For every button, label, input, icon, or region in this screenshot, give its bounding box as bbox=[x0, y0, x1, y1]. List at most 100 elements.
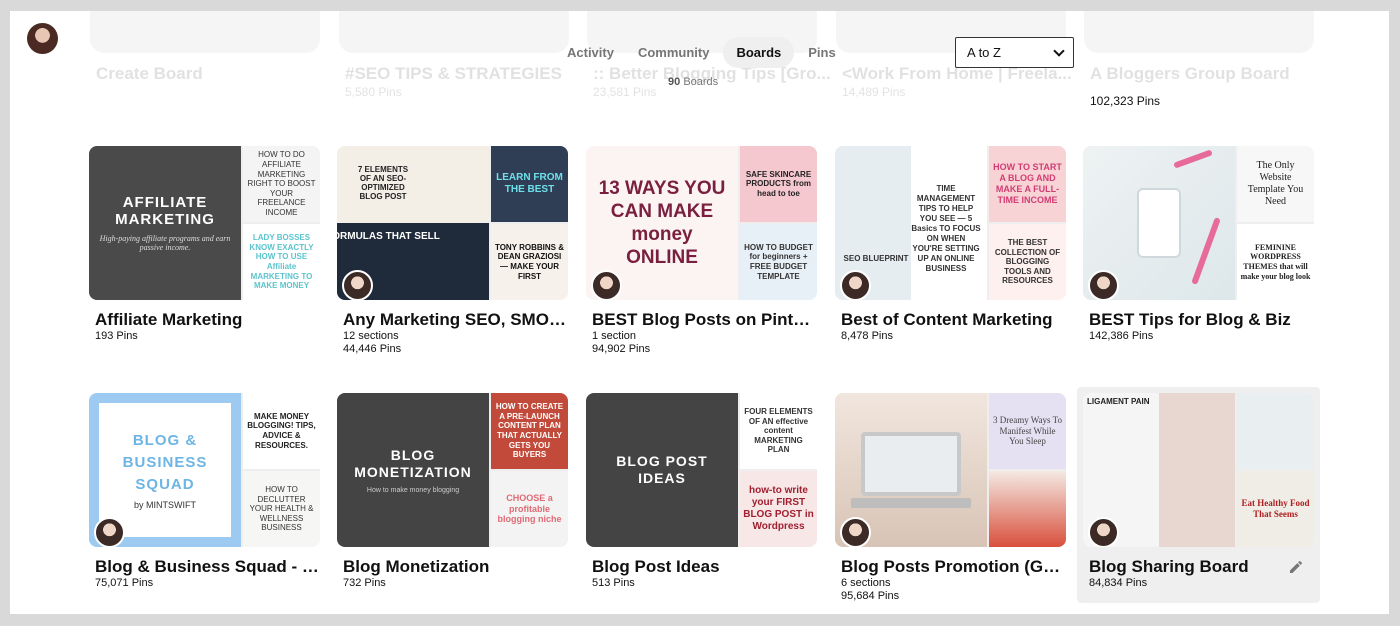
board-card[interactable]: BLOG MONETIZATION How to make money blog… bbox=[337, 393, 568, 590]
cover-heading: AFFILIATE MARKETING bbox=[115, 194, 215, 228]
board-owner-avatar bbox=[591, 270, 622, 300]
pencil-icon[interactable] bbox=[1288, 559, 1304, 575]
cover-heading: BLOG POST IDEAS bbox=[616, 453, 708, 486]
board-pin-count: 732 Pins bbox=[343, 577, 386, 589]
board-cover[interactable]: BLOG & BUSINESS SQUAD by MINTSWIFT MAKE … bbox=[89, 393, 320, 547]
board-owner-avatar bbox=[1088, 270, 1119, 300]
cover-side-image: CHOOSE a profitable blogging niche bbox=[491, 471, 568, 547]
board-cover[interactable]: LIGAMENT PAIN Eat Healthy Food That Seem… bbox=[1083, 393, 1314, 547]
tab-activity[interactable]: Activity bbox=[557, 37, 624, 68]
board-title[interactable]: Blog Post Ideas bbox=[586, 557, 817, 577]
cover-heading: LIGAMENT PAIN bbox=[1087, 397, 1150, 406]
cover-side-image: FOUR ELEMENTS OF AN effective content MA… bbox=[740, 393, 817, 469]
cover-side-image bbox=[1237, 393, 1314, 469]
ghost-title: A Bloggers Group Board bbox=[1090, 64, 1290, 83]
board-title[interactable]: Affiliate Marketing bbox=[89, 310, 320, 330]
cover-side-image: HOW TO BUDGET for beginners + FREE BUDGE… bbox=[740, 224, 817, 300]
board-pin-count: 44,446 Pins bbox=[343, 343, 402, 355]
board-title[interactable]: Best of Content Marketing bbox=[835, 310, 1066, 330]
board-cover[interactable]: The Only Website Template You Need FEMIN… bbox=[1083, 146, 1314, 300]
cover-side-image: HOW TO CREATE A PRE-LAUNCH CONTENT PLAN … bbox=[491, 393, 568, 469]
cover-side-image bbox=[989, 471, 1066, 547]
ghost-sub: 5,580 Pins bbox=[345, 85, 402, 99]
ghost-title: #SEO TIPS & STRATEGIES bbox=[345, 64, 562, 83]
board-cover[interactable]: 7 ELEMENTS OF AN SEO-OPTIMIZED BLOG POST… bbox=[337, 146, 568, 300]
cover-subheading: How to make money blogging bbox=[366, 486, 460, 494]
pen-image bbox=[1191, 217, 1221, 285]
cover-side-image: SAFE SKINCARE PRODUCTS from head to toe bbox=[740, 146, 817, 222]
board-pin-count: 142,386 Pins bbox=[1089, 330, 1154, 342]
board-title[interactable]: BEST Blog Posts on Pinterest bbox=[586, 310, 817, 330]
cover-subheading: FORMULAS THAT SELL bbox=[337, 230, 440, 242]
tablet-image bbox=[1137, 188, 1181, 258]
board-card[interactable]: AFFILIATE MARKETING High-paying affiliat… bbox=[89, 146, 320, 343]
cover-side-image: how-to write your FIRST BLOG POST in Wor… bbox=[740, 471, 817, 547]
cover-card: BLOG & BUSINESS SQUAD by MINTSWIFT bbox=[99, 403, 231, 537]
board-pin-count: 94,902 Pins bbox=[592, 343, 651, 355]
tab-pins[interactable]: Pins bbox=[798, 37, 845, 68]
cover-subheading: SEO BLUEPRINT bbox=[843, 253, 909, 263]
board-owner-avatar bbox=[840, 517, 871, 547]
board-card[interactable]: LIGAMENT PAIN Eat Healthy Food That Seem… bbox=[1077, 387, 1320, 603]
pen-image bbox=[1173, 149, 1213, 169]
board-card[interactable]: The Only Website Template You Need FEMIN… bbox=[1083, 146, 1314, 343]
cover-main-image: BLOG POST IDEAS bbox=[586, 393, 738, 547]
board-cover[interactable]: BLOG MONETIZATION How to make money blog… bbox=[337, 393, 568, 547]
board-owner-avatar bbox=[840, 270, 871, 300]
laptop-image bbox=[861, 432, 961, 496]
board-cover[interactable]: 13 WAYS YOU CAN MAKE money ONLINE SAFE S… bbox=[586, 146, 817, 300]
board-title[interactable]: Blog Monetization bbox=[337, 557, 568, 577]
cover-subheading: High-paying affiliate programs and earn … bbox=[99, 234, 231, 252]
tab-boards[interactable]: Boards bbox=[723, 37, 795, 68]
boards-count-number: 90 bbox=[668, 76, 681, 88]
board-cover[interactable]: BLOG POST IDEAS FOUR ELEMENTS OF AN effe… bbox=[586, 393, 817, 547]
board-title[interactable]: Blog Sharing Board bbox=[1083, 557, 1314, 577]
board-cover[interactable]: TIME MANAGEMENT TIPS TO HELP YOU SEE — 5… bbox=[835, 146, 1066, 300]
board-sections: 1 section bbox=[592, 330, 637, 342]
cover-main-image: BLOG MONETIZATION How to make money blog… bbox=[337, 393, 489, 547]
cover-side-image: The Only Website Template You Need bbox=[1237, 146, 1314, 222]
profile-avatar[interactable] bbox=[27, 23, 58, 54]
board-cover[interactable]: AFFILIATE MARKETING High-paying affiliat… bbox=[89, 146, 320, 300]
board-pin-count: 95,684 Pins bbox=[841, 590, 900, 602]
cover-side-image: FEMININE WORDPRESS THEMES that will make… bbox=[1237, 224, 1314, 300]
board-card[interactable]: 3 Dreamy Ways To Manifest While You Slee… bbox=[835, 393, 1066, 603]
cover-heading: TIME MANAGEMENT TIPS TO HELP YOU SEE — 5… bbox=[911, 183, 981, 273]
board-card[interactable]: TIME MANAGEMENT TIPS TO HELP YOU SEE — 5… bbox=[835, 146, 1066, 343]
board-pin-count: 84,834 Pins bbox=[1089, 577, 1148, 589]
boards-count-unit: Boards bbox=[683, 76, 719, 88]
board-pin-count: 8,478 Pins bbox=[841, 330, 893, 342]
cover-heading: 7 ELEMENTS OF AN SEO-OPTIMIZED BLOG POST bbox=[357, 164, 409, 201]
cover-subheading: by MINTSWIFT bbox=[134, 500, 196, 510]
cover-side-image: TONY ROBBINS & DEAN GRAZIOSI — MAKE YOUR… bbox=[491, 224, 568, 300]
board-owner-avatar bbox=[1088, 517, 1119, 547]
board-cover[interactable]: 3 Dreamy Ways To Manifest While You Slee… bbox=[835, 393, 1066, 547]
cover-heading: 13 WAYS YOU CAN MAKE money ONLINE bbox=[598, 178, 726, 268]
board-title[interactable]: Any Marketing SEO, SMO A... bbox=[337, 310, 568, 330]
cover-side-image: 3 Dreamy Ways To Manifest While You Slee… bbox=[989, 393, 1066, 469]
laptop-base-image bbox=[851, 498, 971, 508]
board-title[interactable]: Blog Posts Promotion (Gro... bbox=[835, 557, 1066, 577]
board-owner-avatar bbox=[342, 270, 373, 300]
pins-count: 102,323 Pins bbox=[1090, 94, 1161, 108]
cover-side-image: HOW TO DECLUTTER YOUR HEALTH & WELLNESS … bbox=[243, 471, 320, 547]
sort-value: A to Z bbox=[967, 45, 1001, 60]
ghost-sub: 14,489 Pins bbox=[842, 85, 906, 99]
tab-community[interactable]: Community bbox=[628, 37, 720, 68]
cover-side-image: HOW TO START A BLOG AND MAKE A FULL-TIME… bbox=[989, 146, 1066, 222]
sort-select[interactable]: A to Z bbox=[955, 37, 1074, 68]
board-sections: 12 sections bbox=[343, 330, 399, 342]
ghost-card bbox=[1084, 11, 1314, 53]
cover-side-image: HOW TO DO AFFILIATE MARKETING RIGHT TO B… bbox=[243, 146, 320, 222]
board-card[interactable]: 7 ELEMENTS OF AN SEO-OPTIMIZED BLOG POST… bbox=[337, 146, 568, 356]
cover-heading: BLOG & BUSINESS SQUAD bbox=[122, 432, 208, 493]
board-card[interactable]: 13 WAYS YOU CAN MAKE money ONLINE SAFE S… bbox=[586, 146, 817, 356]
board-title[interactable]: Blog & Business Squad - M... bbox=[89, 557, 320, 577]
board-title[interactable]: BEST Tips for Blog & Biz bbox=[1083, 310, 1314, 330]
board-card[interactable]: BLOG & BUSINESS SQUAD by MINTSWIFT MAKE … bbox=[89, 393, 320, 590]
ghost-card bbox=[90, 11, 320, 53]
board-card[interactable]: BLOG POST IDEAS FOUR ELEMENTS OF AN effe… bbox=[586, 393, 817, 590]
board-owner-avatar bbox=[94, 517, 125, 547]
ghost-card bbox=[339, 11, 569, 53]
cover-main-image: AFFILIATE MARKETING High-paying affiliat… bbox=[89, 146, 241, 300]
